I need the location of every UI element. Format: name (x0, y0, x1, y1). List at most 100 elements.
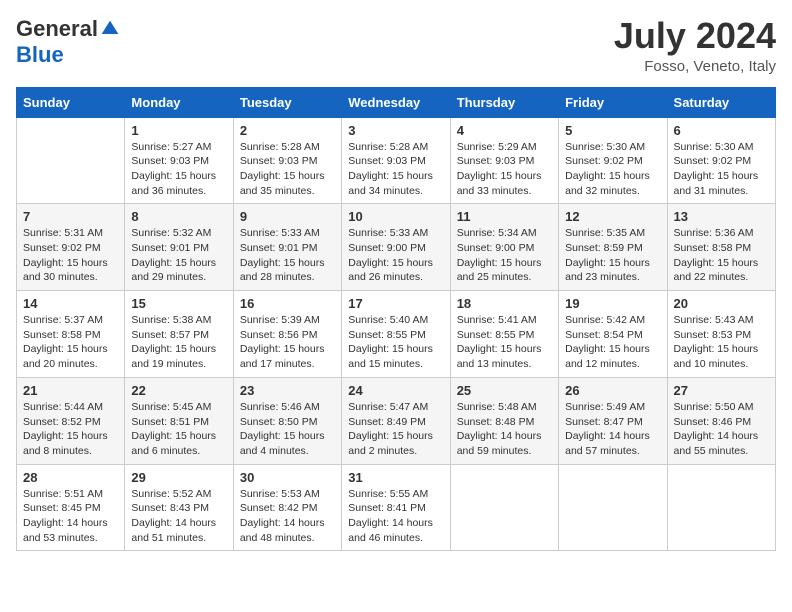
header-day-saturday: Saturday (667, 87, 775, 117)
calendar-cell: 27Sunrise: 5:50 AMSunset: 8:46 PMDayligh… (667, 377, 775, 464)
logo-general-text: General (16, 16, 98, 42)
calendar-cell: 13Sunrise: 5:36 AMSunset: 8:58 PMDayligh… (667, 204, 775, 291)
day-number: 2 (240, 123, 335, 138)
day-info: Sunrise: 5:29 AMSunset: 9:03 PMDaylight:… (457, 140, 552, 199)
day-info: Sunrise: 5:37 AMSunset: 8:58 PMDaylight:… (23, 313, 118, 372)
day-info: Sunrise: 5:41 AMSunset: 8:55 PMDaylight:… (457, 313, 552, 372)
day-info: Sunrise: 5:42 AMSunset: 8:54 PMDaylight:… (565, 313, 660, 372)
day-info: Sunrise: 5:33 AMSunset: 9:01 PMDaylight:… (240, 226, 335, 285)
day-number: 11 (457, 209, 552, 224)
logo-icon (100, 19, 120, 39)
calendar-cell: 31 Sunrise: 5:55 AMSunset: 8:41 PMDayligh… (342, 464, 450, 551)
day-number: 18 (457, 296, 552, 311)
day-number: 12 (565, 209, 660, 224)
calendar-cell (559, 464, 667, 551)
calendar-cell: 15 Sunrise: 5:38 AMSunset: 8:57 PMDayligh… (125, 291, 233, 378)
calendar-cell: 23Sunrise: 5:46 AMSunset: 8:50 PMDayligh… (233, 377, 341, 464)
day-number: 24 (348, 383, 443, 398)
calendar-cell: 4 Sunrise: 5:29 AMSunset: 9:03 PMDaylight… (450, 117, 558, 204)
day-info: Sunrise: 5:48 AMSunset: 8:48 PMDaylight:… (457, 400, 552, 459)
calendar-cell (450, 464, 558, 551)
calendar-cell: 9 Sunrise: 5:33 AMSunset: 9:01 PMDaylight… (233, 204, 341, 291)
calendar-cell: 17 Sunrise: 5:40 AMSunset: 8:55 PMDayligh… (342, 291, 450, 378)
day-number: 21 (23, 383, 118, 398)
header-day-sunday: Sunday (17, 87, 125, 117)
title-block: July 2024 Fosso, Veneto, Italy (614, 16, 776, 75)
calendar-cell: 7 Sunrise: 5:31 AMSunset: 9:02 PMDaylight… (17, 204, 125, 291)
calendar-cell: 10Sunrise: 5:33 AMSunset: 9:00 PMDayligh… (342, 204, 450, 291)
calendar-cell: 6 Sunrise: 5:30 AMSunset: 9:02 PMDaylight… (667, 117, 775, 204)
day-info: Sunrise: 5:30 AMSunset: 9:02 PMDaylight:… (565, 140, 660, 199)
day-number: 16 (240, 296, 335, 311)
day-number: 15 (131, 296, 226, 311)
day-number: 25 (457, 383, 552, 398)
calendar-cell (667, 464, 775, 551)
calendar-cell: 3Sunrise: 5:28 AMSunset: 9:03 PMDaylight… (342, 117, 450, 204)
calendar-cell: 11Sunrise: 5:34 AMSunset: 9:00 PMDayligh… (450, 204, 558, 291)
day-number: 10 (348, 209, 443, 224)
day-number: 23 (240, 383, 335, 398)
calendar-cell: 12 Sunrise: 5:35 AMSunset: 8:59 PMDayligh… (559, 204, 667, 291)
day-info: Sunrise: 5:53 AMSunset: 8:42 PMDaylight:… (240, 487, 335, 546)
day-number: 30 (240, 470, 335, 485)
day-info: Sunrise: 5:35 AMSunset: 8:59 PMDaylight:… (565, 226, 660, 285)
day-info: Sunrise: 5:47 AMSunset: 8:49 PMDaylight:… (348, 400, 443, 459)
calendar-cell: 24 Sunrise: 5:47 AMSunset: 8:49 PMDayligh… (342, 377, 450, 464)
day-number: 4 (457, 123, 552, 138)
calendar-cell: 14 Sunrise: 5:37 AMSunset: 8:58 PMDayligh… (17, 291, 125, 378)
calendar-cell: 20 Sunrise: 5:43 AMSunset: 8:53 PMDayligh… (667, 291, 775, 378)
day-number: 29 (131, 470, 226, 485)
day-info: Sunrise: 5:38 AMSunset: 8:57 PMDaylight:… (131, 313, 226, 372)
day-number: 1 (131, 123, 226, 138)
calendar-cell: 5 Sunrise: 5:30 AMSunset: 9:02 PMDaylight… (559, 117, 667, 204)
subtitle: Fosso, Veneto, Italy (614, 58, 776, 75)
calendar-cell: 16 Sunrise: 5:39 AMSunset: 8:56 PMDayligh… (233, 291, 341, 378)
day-info: Sunrise: 5:28 AMSunset: 9:03 PMDaylight:… (348, 140, 443, 199)
page-header: General Blue July 2024 Fosso, Veneto, It… (16, 16, 776, 75)
day-number: 8 (131, 209, 226, 224)
calendar-cell: 8Sunrise: 5:32 AMSunset: 9:01 PMDaylight… (125, 204, 233, 291)
day-info: Sunrise: 5:45 AMSunset: 8:51 PMDaylight:… (131, 400, 226, 459)
day-info: Sunrise: 5:30 AMSunset: 9:02 PMDaylight:… (674, 140, 769, 199)
day-info: Sunrise: 5:50 AMSunset: 8:46 PMDaylight:… (674, 400, 769, 459)
day-info: Sunrise: 5:28 AMSunset: 9:03 PMDaylight:… (240, 140, 335, 199)
main-title: July 2024 (614, 16, 776, 56)
day-number: 14 (23, 296, 118, 311)
calendar-cell: 28 Sunrise: 5:51 AMSunset: 8:45 PMDayligh… (17, 464, 125, 551)
day-number: 31 (348, 470, 443, 485)
calendar-cell: 26Sunrise: 5:49 AMSunset: 8:47 PMDayligh… (559, 377, 667, 464)
day-number: 19 (565, 296, 660, 311)
day-number: 20 (674, 296, 769, 311)
header-day-thursday: Thursday (450, 87, 558, 117)
header-day-friday: Friday (559, 87, 667, 117)
day-info: Sunrise: 5:39 AMSunset: 8:56 PMDaylight:… (240, 313, 335, 372)
day-info: Sunrise: 5:51 AMSunset: 8:45 PMDaylight:… (23, 487, 118, 546)
day-number: 28 (23, 470, 118, 485)
week-row-1: 1Sunrise: 5:27 AMSunset: 9:03 PMDaylight… (17, 117, 776, 204)
day-number: 6 (674, 123, 769, 138)
day-info: Sunrise: 5:49 AMSunset: 8:47 PMDaylight:… (565, 400, 660, 459)
calendar-cell: 18 Sunrise: 5:41 AMSunset: 8:55 PMDayligh… (450, 291, 558, 378)
calendar-cell: 30 Sunrise: 5:53 AMSunset: 8:42 PMDayligh… (233, 464, 341, 551)
day-number: 9 (240, 209, 335, 224)
day-number: 17 (348, 296, 443, 311)
day-info: Sunrise: 5:43 AMSunset: 8:53 PMDaylight:… (674, 313, 769, 372)
day-info: Sunrise: 5:31 AMSunset: 9:02 PMDaylight:… (23, 226, 118, 285)
calendar-cell: 2 Sunrise: 5:28 AMSunset: 9:03 PMDaylight… (233, 117, 341, 204)
calendar-cell: 1Sunrise: 5:27 AMSunset: 9:03 PMDaylight… (125, 117, 233, 204)
day-info: Sunrise: 5:55 AMSunset: 8:41 PMDaylight:… (348, 487, 443, 546)
day-number: 7 (23, 209, 118, 224)
day-number: 13 (674, 209, 769, 224)
day-number: 5 (565, 123, 660, 138)
day-info: Sunrise: 5:52 AMSunset: 8:43 PMDaylight:… (131, 487, 226, 546)
header-day-wednesday: Wednesday (342, 87, 450, 117)
day-info: Sunrise: 5:40 AMSunset: 8:55 PMDaylight:… (348, 313, 443, 372)
week-row-2: 7 Sunrise: 5:31 AMSunset: 9:02 PMDaylight… (17, 204, 776, 291)
header-row: SundayMondayTuesdayWednesdayThursdayFrid… (17, 87, 776, 117)
calendar-cell (17, 117, 125, 204)
calendar-cell: 25 Sunrise: 5:48 AMSunset: 8:48 PMDayligh… (450, 377, 558, 464)
logo-blue-text: Blue (16, 42, 64, 68)
calendar-cell: 29 Sunrise: 5:52 AMSunset: 8:43 PMDayligh… (125, 464, 233, 551)
calendar-cell: 19 Sunrise: 5:42 AMSunset: 8:54 PMDayligh… (559, 291, 667, 378)
calendar-cell: 21Sunrise: 5:44 AMSunset: 8:52 PMDayligh… (17, 377, 125, 464)
